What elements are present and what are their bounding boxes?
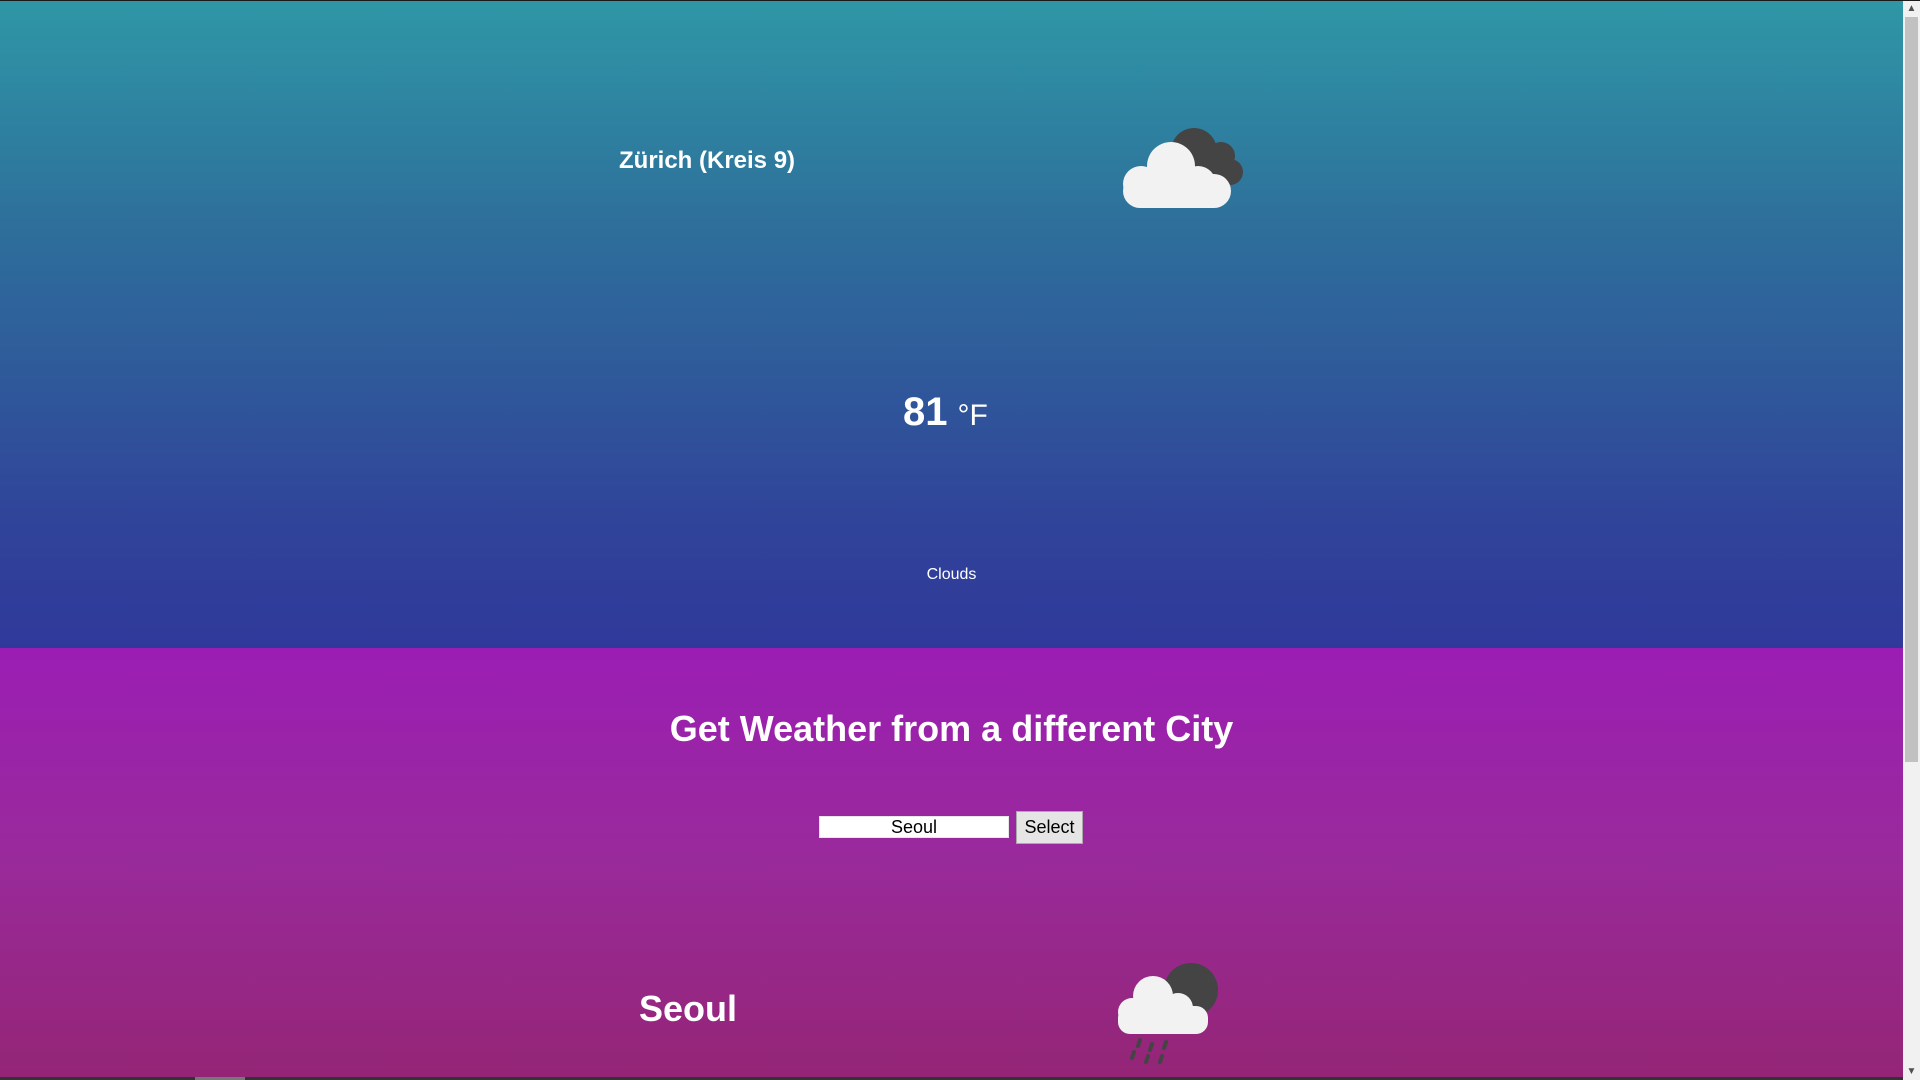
scroll-down-arrow-icon[interactable]: ▼ bbox=[1903, 1063, 1920, 1080]
current-temperature: 81 °F bbox=[903, 390, 988, 435]
partly-cloudy-icon bbox=[1108, 114, 1258, 214]
city-input[interactable] bbox=[819, 816, 1009, 838]
vertical-scrollbar[interactable]: ▲ ▼ bbox=[1903, 0, 1920, 1080]
current-city-name: Zürich (Kreis 9) bbox=[619, 147, 796, 174]
temperature-value: 81 bbox=[903, 390, 948, 434]
rain-cloud-icon bbox=[1108, 956, 1228, 1076]
current-weather-panel: Zürich (Kreis 9) 81 °F Clouds bbox=[0, 0, 1903, 648]
search-heading: Get Weather from a different City bbox=[669, 708, 1234, 749]
result-city-name: Seoul bbox=[639, 988, 738, 1029]
window-top-border bbox=[0, 0, 1920, 1]
select-button[interactable]: Select bbox=[1016, 811, 1083, 844]
page-viewport: Zürich (Kreis 9) 81 °F Clouds Get Weathe… bbox=[0, 0, 1903, 1080]
city-search-panel: Get Weather from a different City Select… bbox=[0, 648, 1903, 1080]
temperature-unit: °F bbox=[957, 399, 988, 432]
scroll-up-arrow-icon[interactable]: ▲ bbox=[1903, 0, 1920, 17]
scrollbar-thumb[interactable] bbox=[1905, 17, 1918, 762]
weather-condition: Clouds bbox=[926, 566, 977, 583]
